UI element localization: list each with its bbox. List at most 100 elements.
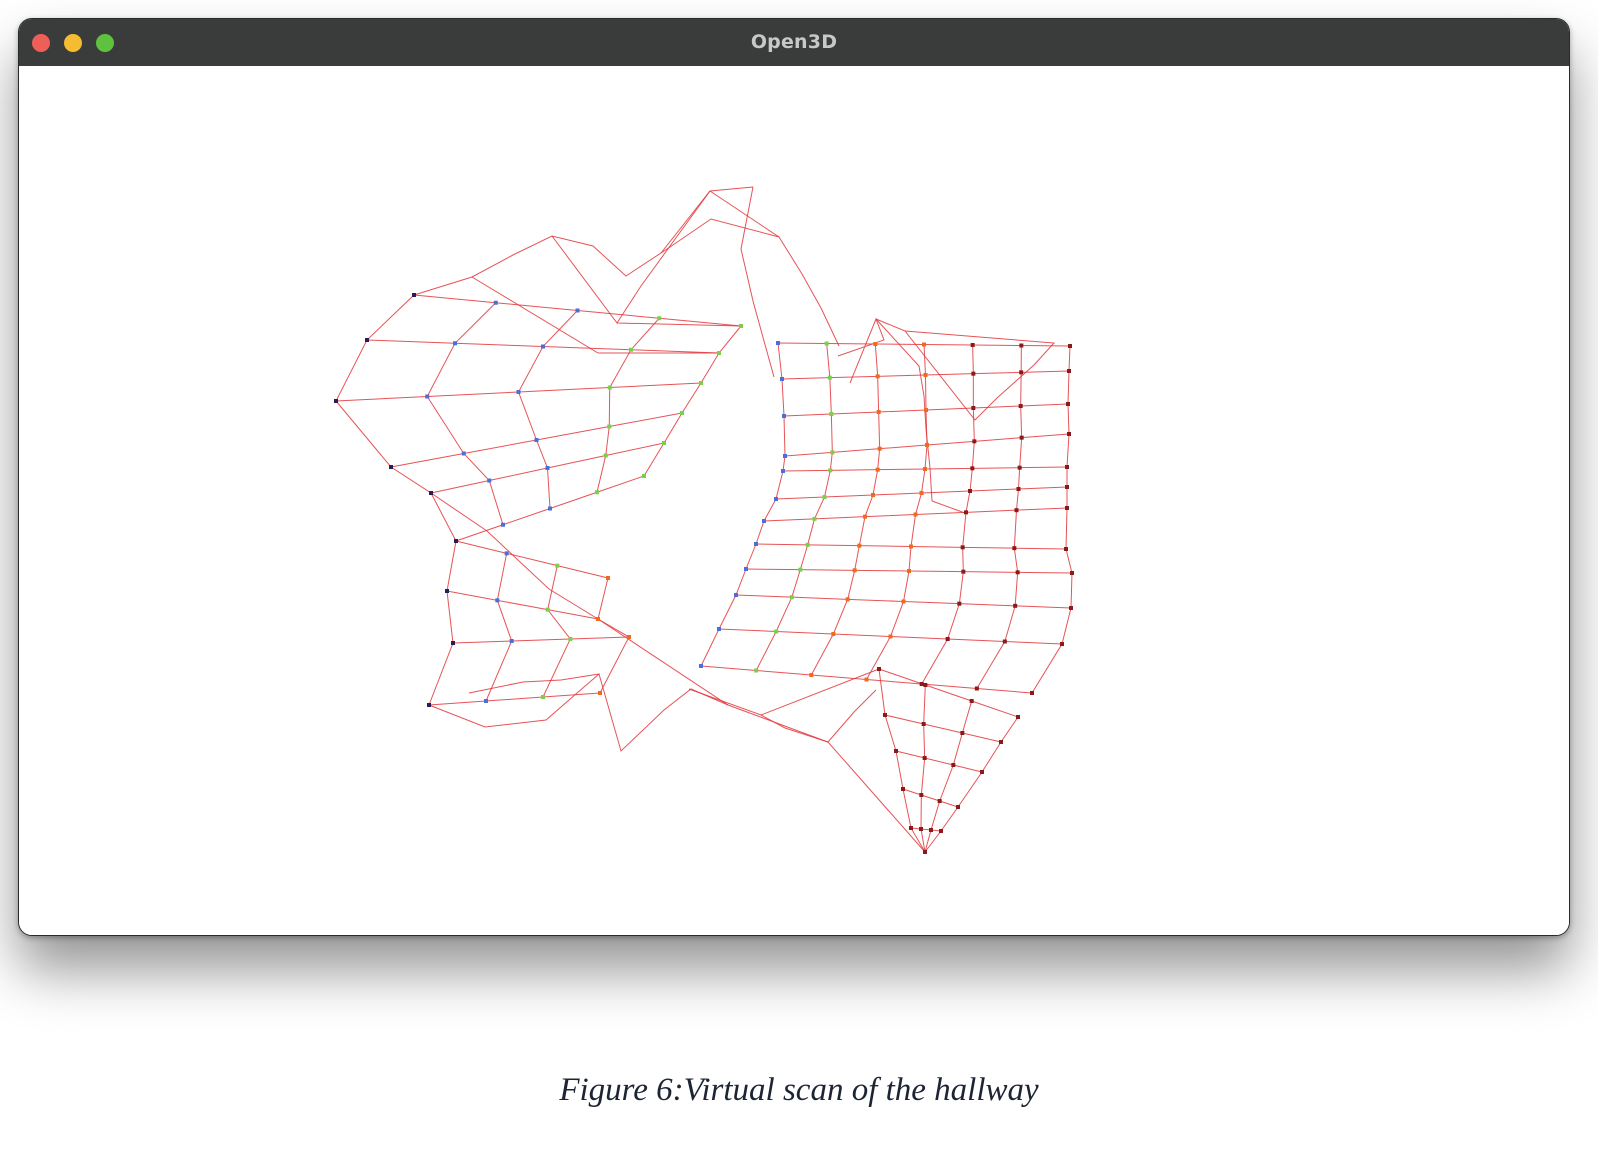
lower-left-point xyxy=(454,539,458,543)
fan-point xyxy=(901,787,905,791)
right-block-point xyxy=(827,375,832,380)
left-wing-point xyxy=(425,394,430,399)
right-block-point xyxy=(1060,642,1064,646)
right-block-point xyxy=(922,342,926,347)
fan-point xyxy=(1016,715,1020,719)
fan-point xyxy=(919,793,924,797)
right-block-point xyxy=(789,595,794,600)
right-block-point xyxy=(923,467,927,471)
left-wing-col xyxy=(643,325,742,477)
lower-left-point xyxy=(596,617,600,621)
right-block-point xyxy=(1069,606,1073,610)
fan-row xyxy=(910,827,942,832)
wedge xyxy=(875,318,1056,421)
right-block-point xyxy=(1018,404,1023,408)
right-block-point xyxy=(782,414,786,418)
right-block-point xyxy=(961,569,966,574)
long-diagonal xyxy=(430,492,926,853)
edges xyxy=(335,186,1073,853)
left-wing-point xyxy=(642,474,646,478)
right-block-col xyxy=(866,344,928,680)
3d-viewport[interactable] xyxy=(19,66,1570,936)
fan-point xyxy=(937,799,942,803)
title-bar[interactable]: Open3D xyxy=(19,19,1569,67)
right-block-point xyxy=(1002,639,1007,644)
right-block-point xyxy=(971,406,976,410)
right-block-point xyxy=(744,567,748,571)
right-block-point xyxy=(964,510,968,515)
right-block-point xyxy=(828,468,833,473)
lower-left-point xyxy=(504,551,509,556)
fan-point xyxy=(922,756,927,760)
right-block-point xyxy=(783,454,787,458)
right-block-point xyxy=(852,568,857,573)
fan-point xyxy=(929,828,933,832)
left-wing-point xyxy=(548,506,552,511)
fan-point xyxy=(919,827,923,831)
lower-left-col xyxy=(542,565,571,698)
left-wing-point xyxy=(487,478,492,483)
left-wing-point xyxy=(429,491,433,495)
fan-point xyxy=(909,826,913,830)
right-block-point xyxy=(970,466,975,471)
lower-left-col xyxy=(597,577,630,694)
left-wing-point xyxy=(365,338,369,342)
right-block-point xyxy=(822,495,827,499)
left-wing-point xyxy=(501,522,505,527)
right-block-point xyxy=(971,371,976,376)
left-wing-point xyxy=(607,424,612,429)
right-block-point xyxy=(972,439,977,444)
fan-point xyxy=(939,829,943,833)
left-wing-col xyxy=(335,294,457,542)
left-wing-point xyxy=(461,451,466,456)
right-block-point xyxy=(829,412,834,416)
right-block-point xyxy=(871,493,875,497)
spire-base xyxy=(616,190,711,324)
left-wing-point xyxy=(334,399,338,403)
left-wing-point xyxy=(699,381,703,385)
fan-row xyxy=(878,668,1019,718)
fan-tie2 xyxy=(688,668,880,716)
left-wing-point xyxy=(680,411,684,415)
fan-point xyxy=(969,699,974,703)
right-block-point xyxy=(812,516,817,521)
right-block-point xyxy=(699,664,703,668)
fan-point xyxy=(923,850,927,854)
right-block-point xyxy=(1064,547,1068,551)
left-wing-point xyxy=(541,344,545,349)
right-block-point xyxy=(907,569,911,573)
right-block-point xyxy=(1030,691,1034,695)
line-set-render[interactable] xyxy=(19,66,1570,936)
right-block-point xyxy=(798,567,803,572)
right-block-point xyxy=(960,545,965,550)
left-wing-point xyxy=(629,347,633,352)
right-block-point xyxy=(1070,571,1074,575)
right-block-point xyxy=(734,593,738,597)
left-wing-point xyxy=(607,385,612,390)
right-block-point xyxy=(1019,343,1024,348)
spire-right xyxy=(709,190,840,347)
spire-tie xyxy=(660,218,780,254)
lower-left-col xyxy=(428,540,457,706)
fan-point xyxy=(894,749,898,753)
lower-left-point xyxy=(555,563,560,568)
right-block-point xyxy=(1067,369,1071,373)
right-block-point xyxy=(876,410,881,414)
left-wing-point xyxy=(603,453,608,458)
right-block-point xyxy=(774,629,779,634)
right-block-point xyxy=(762,519,766,523)
right-block-point xyxy=(1019,370,1024,375)
right-block-point xyxy=(717,627,721,631)
right-block-point xyxy=(875,374,880,379)
right-block-point xyxy=(924,408,928,412)
lower-left-point xyxy=(427,703,431,707)
right-block-point xyxy=(809,673,814,677)
right-block-point xyxy=(1017,465,1022,470)
right-block-point xyxy=(1016,487,1021,491)
right-block-point xyxy=(857,543,862,548)
fan-row xyxy=(884,714,1002,743)
right-block-point xyxy=(863,514,867,519)
right-block-point xyxy=(774,497,778,501)
lower-left-point xyxy=(495,598,500,603)
lower-left-point xyxy=(509,639,514,643)
